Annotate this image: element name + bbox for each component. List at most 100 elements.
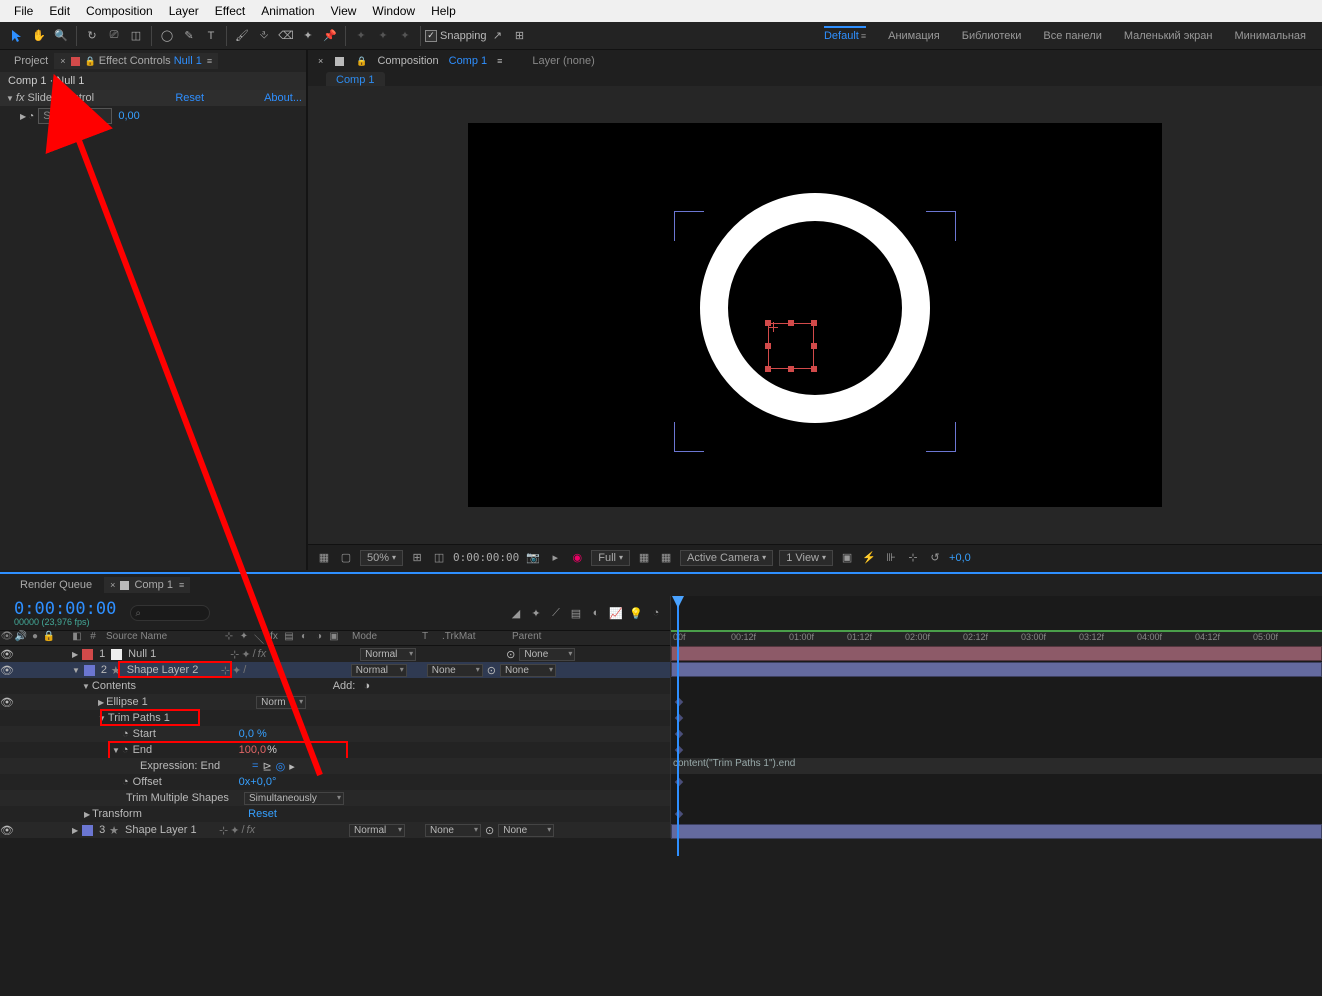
slider-property[interactable]: Slider <box>38 108 112 124</box>
snap-edge-icon[interactable]: ↗ <box>488 26 508 46</box>
workspace-all-panels[interactable]: Все панели <box>1043 30 1101 42</box>
resolution-icon[interactable]: ⊞ <box>409 550 425 566</box>
search-input[interactable]: ⌕ <box>130 605 210 621</box>
always-preview-icon[interactable]: ▦ <box>316 550 332 566</box>
expr-enable-icon[interactable]: = <box>252 760 258 772</box>
snapping-checkbox[interactable]: ✓ <box>425 30 437 42</box>
pen-tool-icon[interactable]: ✎ <box>179 26 199 46</box>
effect-name[interactable]: Slider Control <box>27 92 175 104</box>
video-col-icon[interactable]: 👁 <box>0 631 14 645</box>
tab-render-queue[interactable]: Render Queue <box>14 577 98 593</box>
guides-icon[interactable]: ▦ <box>658 550 674 566</box>
timeline-icon[interactable]: ⊪ <box>883 550 899 566</box>
snap-grid-icon[interactable]: ⊞ <box>510 26 530 46</box>
snapshot-icon[interactable]: 📷 <box>525 550 541 566</box>
current-time[interactable]: 0:00:00:00 <box>453 551 519 564</box>
expression-text[interactable]: content("Trim Paths 1").end <box>673 758 795 769</box>
shape-circle[interactable] <box>700 193 930 423</box>
puppet-tool-icon[interactable]: 📌 <box>320 26 340 46</box>
row-trim-multiple[interactable]: Trim Multiple Shapes Simultaneously <box>0 790 670 806</box>
workspace-animation[interactable]: Анимация <box>888 30 940 42</box>
twirl-icon[interactable]: ▼ <box>4 94 16 103</box>
menu-view[interactable]: View <box>323 2 365 20</box>
workspace-small-screen[interactable]: Маленький экран <box>1124 30 1213 42</box>
row-trim-paths[interactable]: ▼ Trim Paths 1 <box>0 710 670 726</box>
menu-edit[interactable]: Edit <box>41 2 78 20</box>
hand-tool-icon[interactable]: ✋ <box>29 26 49 46</box>
layer-row-null1[interactable]: 👁 ▶ 1 Null 1 ⊹✦/fx Normal ⊙ None <box>0 646 670 662</box>
orbit-tool-icon[interactable]: ↻ <box>82 26 102 46</box>
menu-effect[interactable]: Effect <box>207 2 253 20</box>
transparency-grid-icon[interactable]: ▢ <box>338 550 354 566</box>
track-tool-icon[interactable]: ◫ <box>126 26 146 46</box>
expr-graph-icon[interactable]: ⊵ <box>262 760 271 773</box>
roto-tool-icon[interactable]: ✦ <box>298 26 318 46</box>
menu-animation[interactable]: Animation <box>253 2 322 20</box>
layer-bar-shape2[interactable] <box>671 662 1322 677</box>
view-axis-icon[interactable]: ✦ <box>395 26 415 46</box>
workspace-minimal[interactable]: Минимальная <box>1234 30 1306 42</box>
quality-dropdown[interactable]: Full ▾ <box>591 550 630 566</box>
workspace-libraries[interactable]: Библиотеки <box>962 30 1022 42</box>
zoom-dropdown[interactable]: 50% ▾ <box>360 550 403 566</box>
menu-composition[interactable]: Composition <box>78 2 161 20</box>
lock-icon[interactable]: 🔒 <box>356 56 367 67</box>
menu-file[interactable]: File <box>6 2 41 20</box>
lock-col-icon[interactable]: 🔒 <box>42 631 56 645</box>
lock-icon[interactable]: 🔒 <box>85 56 96 67</box>
row-ellipse[interactable]: 👁▶ Ellipse 1 Norm <box>0 694 670 710</box>
pixel-aspect-icon[interactable]: ▣ <box>839 550 855 566</box>
layer-bar-null[interactable] <box>671 646 1322 661</box>
layer-row-shape2[interactable]: 👁 ▼ 2 ★ Shape Layer 2 ⊹✦/ Normal None ⊙ … <box>0 662 670 678</box>
layer-none-tab[interactable]: Layer (none) <box>532 55 594 67</box>
about-link[interactable]: About... <box>264 92 302 104</box>
canvas[interactable] <box>468 123 1162 507</box>
composition-viewer[interactable] <box>308 86 1322 544</box>
tab-project[interactable]: Project <box>8 53 54 69</box>
current-timecode[interactable]: 0:00:00:00 <box>0 599 116 619</box>
stopwatch-icon[interactable]: ◔ <box>122 728 129 740</box>
channel-icon[interactable]: ◉ <box>569 550 585 566</box>
row-start[interactable]: ◔ Start 0,0 % <box>0 726 670 742</box>
stopwatch-icon[interactable]: ◔ <box>122 744 129 756</box>
row-expression-end[interactable]: Expression: End = ⊵ ◎ ▸ <box>0 758 670 774</box>
eraser-tool-icon[interactable]: ⌫ <box>276 26 296 46</box>
row-offset[interactable]: ◔ Offset 0x+0,0° <box>0 774 670 790</box>
type-tool-icon[interactable]: T <box>201 26 221 46</box>
layer-row-shape1[interactable]: 👁 ▶ 3 ★ Shape Layer 1 ⊹✦/fx Normal None … <box>0 822 670 838</box>
draft3d-icon[interactable]: ✦ <box>528 605 544 621</box>
solo-col-icon[interactable]: ● <box>28 631 42 645</box>
world-axis-icon[interactable]: ✦ <box>373 26 393 46</box>
playhead[interactable] <box>677 596 679 856</box>
timeline-track-area[interactable]: 00f 00:12f 01:00f 01:12f 02:00f 02:12f 0… <box>670 596 1322 838</box>
reset-exposure-icon[interactable]: ↺ <box>927 550 943 566</box>
reset-link[interactable]: Reset <box>175 92 204 104</box>
audio-col-icon[interactable]: 🔊 <box>14 631 28 645</box>
menu-window[interactable]: Window <box>364 2 423 20</box>
comp-flowchart-icon[interactable]: ⊹ <box>905 550 921 566</box>
clone-tool-icon[interactable]: ⎀ <box>254 26 274 46</box>
views-dropdown[interactable]: 1 View ▾ <box>779 550 833 566</box>
tab-comp1[interactable]: × Comp 1 ≡ <box>104 577 190 593</box>
menu-layer[interactable]: Layer <box>161 2 207 20</box>
mode-dropdown[interactable]: Normal <box>360 648 416 661</box>
row-transform[interactable]: ▶ Transform Reset <box>0 806 670 822</box>
frame-blend-icon[interactable]: ▤ <box>568 605 584 621</box>
slider-value[interactable]: 0,00 <box>118 110 139 122</box>
tab-effect-controls[interactable]: × 🔒 Effect Controls Null 1 ≡ <box>54 53 218 69</box>
menu-help[interactable]: Help <box>423 2 464 20</box>
graph-editor-icon[interactable]: 📈 <box>608 605 624 621</box>
comp-mini-flowchart-icon[interactable]: ◢ <box>508 605 524 621</box>
row-contents[interactable]: ▼ Contents Add: ◑ <box>0 678 670 694</box>
layer-bar-shape1[interactable] <box>671 824 1322 839</box>
time-ruler[interactable]: 00f 00:12f 01:00f 01:12f 02:00f 02:12f 0… <box>671 630 1322 646</box>
stopwatch-icon[interactable]: ◔ <box>28 111 34 122</box>
stopwatch-icon[interactable]: ◔ <box>122 776 129 788</box>
autokeyframe-icon[interactable]: ◔ <box>648 605 664 621</box>
twirl-slider-icon[interactable]: ▶ <box>18 112 28 121</box>
exposure-value[interactable]: +0,0 <box>949 552 971 564</box>
motion-blur-icon[interactable]: ◐ <box>588 605 604 621</box>
expr-language-icon[interactable]: ▸ <box>289 760 295 773</box>
grid-icon[interactable]: ▦ <box>636 550 652 566</box>
label-col-icon[interactable]: ◧ <box>70 631 84 645</box>
